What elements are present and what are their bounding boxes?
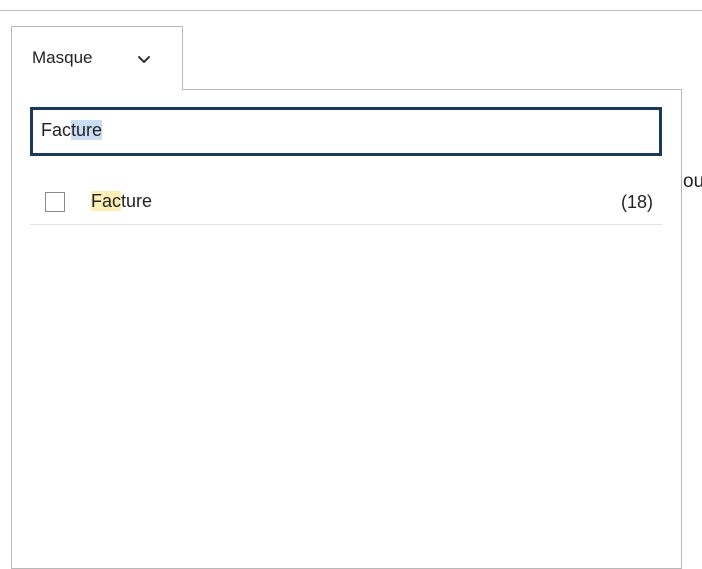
list-item-label-rest: ture: [121, 191, 153, 211]
filter-dropdown-panel: [11, 89, 682, 569]
search-text-selected: ture: [71, 120, 103, 140]
list-item-count: (18): [620, 192, 653, 212]
masque-filter-label: Masque: [32, 48, 93, 67]
search-input-value: Facture: [41, 120, 103, 141]
facture-checkbox[interactable]: [45, 192, 65, 212]
list-item-label: Facture: [91, 191, 152, 212]
tab-panel-joint: [12, 88, 182, 91]
chevron-down-icon[interactable]: [136, 52, 152, 66]
masque-filter-tab[interactable]: Masque: [11, 26, 183, 90]
list-item-label-match: Fac: [91, 191, 122, 211]
top-divider: [0, 10, 702, 11]
background-text-fragment: ou: [683, 171, 702, 192]
list-item-facture[interactable]: Facture (18): [30, 180, 662, 225]
search-text-before-caret: Fac: [41, 120, 72, 140]
filter-search-input[interactable]: Facture: [30, 107, 662, 156]
